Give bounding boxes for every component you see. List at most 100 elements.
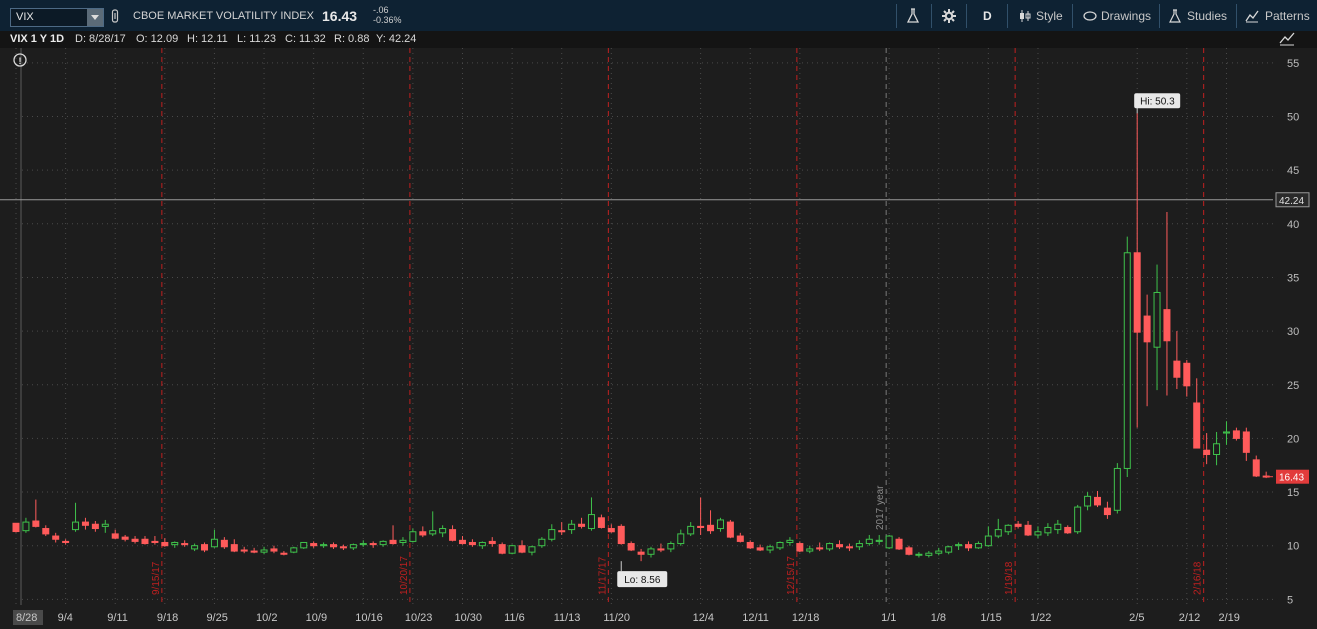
candle-body xyxy=(836,544,844,548)
chart-title: VIX 1 Y 1D xyxy=(10,33,65,45)
studies-flask-icon xyxy=(1169,8,1181,23)
candle-body xyxy=(806,548,814,552)
candle-body xyxy=(290,547,298,553)
candle-body xyxy=(1014,523,1022,527)
studies-menu[interactable]: Studies xyxy=(1169,0,1227,31)
link-icon[interactable] xyxy=(111,0,119,31)
y-tick-label: 20 xyxy=(1287,433,1299,445)
candle-body xyxy=(885,535,893,549)
candle-body xyxy=(568,523,576,531)
x-tick-label: 12/18 xyxy=(792,612,820,624)
y-tick-label: 40 xyxy=(1287,219,1299,231)
drawings-menu[interactable]: Drawings xyxy=(1083,0,1151,31)
last-price-value: 16.43 xyxy=(1279,473,1304,484)
candle-body xyxy=(458,539,466,545)
candle-body xyxy=(1084,495,1092,507)
x-tick-label: 2/19 xyxy=(1218,612,1239,624)
candle-body xyxy=(1252,459,1260,477)
symbol-dropdown-button[interactable] xyxy=(87,9,103,26)
candle-body xyxy=(826,543,834,550)
candle-body xyxy=(528,546,536,553)
x-tick-label: 9/11 xyxy=(107,612,128,624)
candle-body xyxy=(201,544,209,551)
candle-body xyxy=(12,522,20,533)
candle-body xyxy=(1034,531,1042,536)
candle-body xyxy=(32,520,40,527)
candle-body xyxy=(518,545,526,553)
candle-body xyxy=(1232,430,1240,439)
candle-body xyxy=(865,538,873,545)
patterns-menu[interactable]: Patterns xyxy=(1245,0,1310,31)
candle-body xyxy=(597,517,605,528)
x-tick-label: 10/9 xyxy=(306,612,327,624)
candle-style-icon xyxy=(1020,9,1031,22)
x-tick-label: 11/13 xyxy=(554,612,581,624)
symbol-input[interactable]: VIX xyxy=(10,8,104,27)
candle-body xyxy=(230,544,238,552)
x-tick-label: 9/4 xyxy=(58,612,73,624)
candle-body xyxy=(607,528,615,533)
candle-body xyxy=(955,544,963,547)
y-tick-label: 30 xyxy=(1287,326,1299,338)
candle-body xyxy=(171,541,179,546)
candle-body xyxy=(1163,309,1171,342)
candle-body xyxy=(240,549,248,552)
studies-label: Studies xyxy=(1187,8,1228,23)
lo-marker-label: Lo: 8.56 xyxy=(624,575,661,586)
candle-body xyxy=(716,519,724,530)
x-tick-label: 1/15 xyxy=(980,612,1001,624)
flask-icon[interactable] xyxy=(906,0,920,31)
candle-body xyxy=(974,543,982,549)
symbol-description: CBOE MARKET VOLATILITY INDEX xyxy=(133,9,314,22)
candle-body xyxy=(895,538,903,550)
candle-body xyxy=(538,538,546,547)
period-selector[interactable]: D xyxy=(983,0,992,31)
candle-body xyxy=(72,521,80,531)
info-close: C: 11.32 xyxy=(285,33,326,45)
candle-body xyxy=(627,543,635,551)
candle-body xyxy=(786,539,794,543)
x-tick-label: 10/23 xyxy=(405,612,433,624)
candle-body xyxy=(1183,362,1191,387)
x-tick-label: 1/1 xyxy=(881,612,896,624)
candle-body xyxy=(1143,315,1151,343)
price-chart[interactable]: 5 10 15 20 25 30 35 40 45 50 55 9/15/17 10/20/17 11/1… xyxy=(0,48,1317,629)
candle-body xyxy=(409,531,417,542)
style-menu[interactable]: Style xyxy=(1018,0,1063,31)
candle-body xyxy=(250,550,258,553)
expiration-label: 1/19/18 xyxy=(1004,561,1015,595)
expiration-label: 2/16/18 xyxy=(1193,561,1204,595)
candle-body xyxy=(726,521,734,538)
x-tick-label: 11/6 xyxy=(504,612,525,624)
candle-body xyxy=(1093,496,1101,506)
candle-body xyxy=(91,523,99,530)
candle-body xyxy=(637,551,645,555)
expiration-label: 10/20/17 xyxy=(399,556,410,595)
candle-body xyxy=(1044,526,1052,534)
candle-body xyxy=(667,543,675,550)
toolbar-divider xyxy=(1072,4,1073,28)
info-date: D: 8/28/17 xyxy=(75,33,126,45)
y-tick-label: 10 xyxy=(1287,541,1299,553)
candle-body xyxy=(121,536,129,540)
gear-icon[interactable] xyxy=(942,0,956,31)
candle-body xyxy=(478,541,486,547)
y-tick-label: 45 xyxy=(1287,165,1299,177)
patterns-icon xyxy=(1245,10,1259,22)
candle-body xyxy=(1213,443,1221,455)
candle-body xyxy=(687,525,695,535)
ellipse-icon xyxy=(1083,10,1097,21)
candle-body xyxy=(756,547,764,551)
candle-body xyxy=(131,538,139,542)
x-tick-label: 8/28 xyxy=(16,612,37,624)
candle-body xyxy=(339,546,347,549)
alert-icon-glyph: ! xyxy=(19,56,22,66)
candle-body xyxy=(657,548,665,551)
toolbar-divider xyxy=(931,4,932,28)
candle-body xyxy=(707,524,715,532)
candle-body xyxy=(42,528,50,535)
candle-body xyxy=(191,545,199,550)
auto-scale-icon[interactable] xyxy=(1278,31,1296,47)
candle-body xyxy=(349,544,357,549)
candle-body xyxy=(548,529,556,540)
